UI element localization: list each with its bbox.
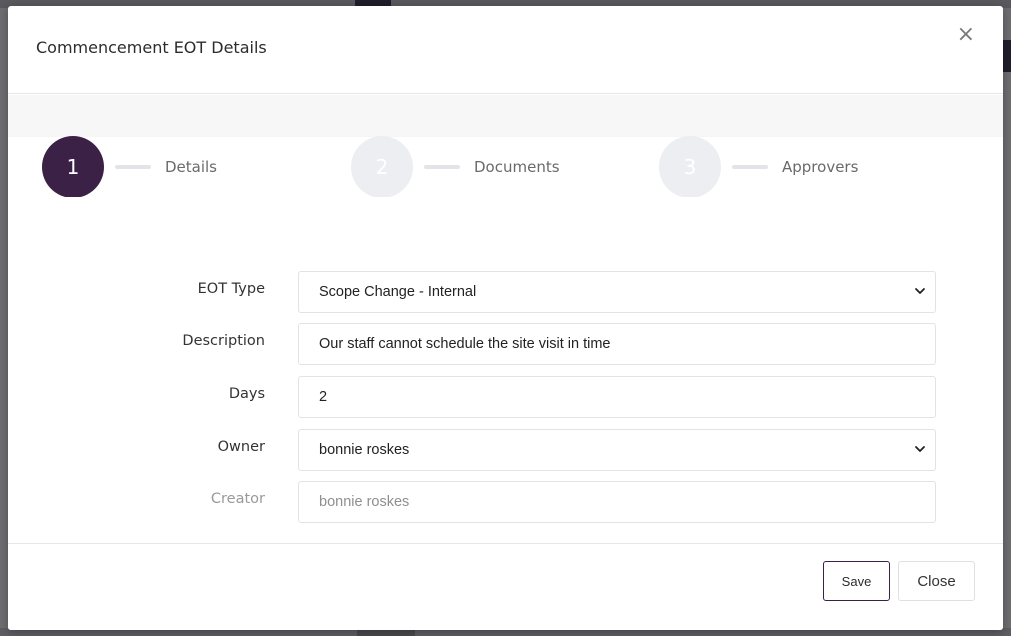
- modal-footer: Save Close: [8, 543, 1003, 630]
- owner-select[interactable]: bonnie roskes: [298, 429, 936, 471]
- stepper: 1 Details 2 Documents 3 Approvers: [8, 136, 1003, 198]
- days-input[interactable]: 2: [298, 376, 936, 418]
- step-label: Details: [165, 158, 218, 176]
- description-input[interactable]: Our staff cannot schedule the site visit…: [298, 323, 936, 365]
- creator-value: bonnie roskes: [319, 494, 410, 510]
- step-label: Approvers: [782, 158, 859, 176]
- step-connector: [732, 165, 768, 169]
- form-row-creator: Creator bonnie roskes: [8, 481, 1003, 523]
- description-label: Description: [182, 333, 265, 349]
- step-label: Documents: [474, 158, 560, 176]
- days-value: 2: [319, 389, 328, 405]
- chevron-down-icon: [915, 288, 925, 294]
- eot-type-label: EOT Type: [197, 281, 265, 297]
- backdrop-element: [1003, 40, 1011, 72]
- form-panel: EOT Type Scope Change - Internal Descrip…: [8, 197, 1003, 543]
- close-icon[interactable]: ×: [957, 24, 975, 46]
- owner-label: Owner: [217, 439, 265, 455]
- form-row-days: Days 2: [8, 376, 1003, 418]
- step-details[interactable]: 1 Details: [42, 136, 218, 198]
- form-row-description: Description Our staff cannot schedule th…: [8, 323, 1003, 365]
- step-number-badge: 2: [351, 136, 413, 198]
- step-number-badge: 3: [659, 136, 721, 198]
- close-button[interactable]: Close: [898, 561, 975, 601]
- save-button[interactable]: Save: [823, 561, 890, 601]
- modal-body: 1 Details 2 Documents 3 Approvers EOT Ty…: [8, 95, 1003, 543]
- step-documents[interactable]: 2 Documents: [351, 136, 560, 198]
- step-connector: [115, 165, 151, 169]
- owner-value: bonnie roskes: [319, 442, 410, 458]
- chevron-down-icon: [915, 446, 925, 452]
- form-row-eot-type: EOT Type Scope Change - Internal: [8, 271, 1003, 313]
- creator-label: Creator: [210, 491, 265, 507]
- step-number-badge: 1: [42, 136, 104, 198]
- eot-type-value: Scope Change - Internal: [319, 284, 477, 300]
- step-approvers[interactable]: 3 Approvers: [659, 136, 859, 198]
- eot-details-modal: Commencement EOT Details × 1 Details 2 D…: [8, 6, 1003, 630]
- eot-type-select[interactable]: Scope Change - Internal: [298, 271, 936, 313]
- step-connector: [424, 165, 460, 169]
- modal-header: Commencement EOT Details ×: [8, 6, 1003, 94]
- form-row-owner: Owner bonnie roskes: [8, 429, 1003, 471]
- days-label: Days: [228, 386, 265, 402]
- modal-title: Commencement EOT Details: [36, 38, 267, 57]
- description-value: Our staff cannot schedule the site visit…: [319, 336, 611, 352]
- creator-input: bonnie roskes: [298, 481, 936, 523]
